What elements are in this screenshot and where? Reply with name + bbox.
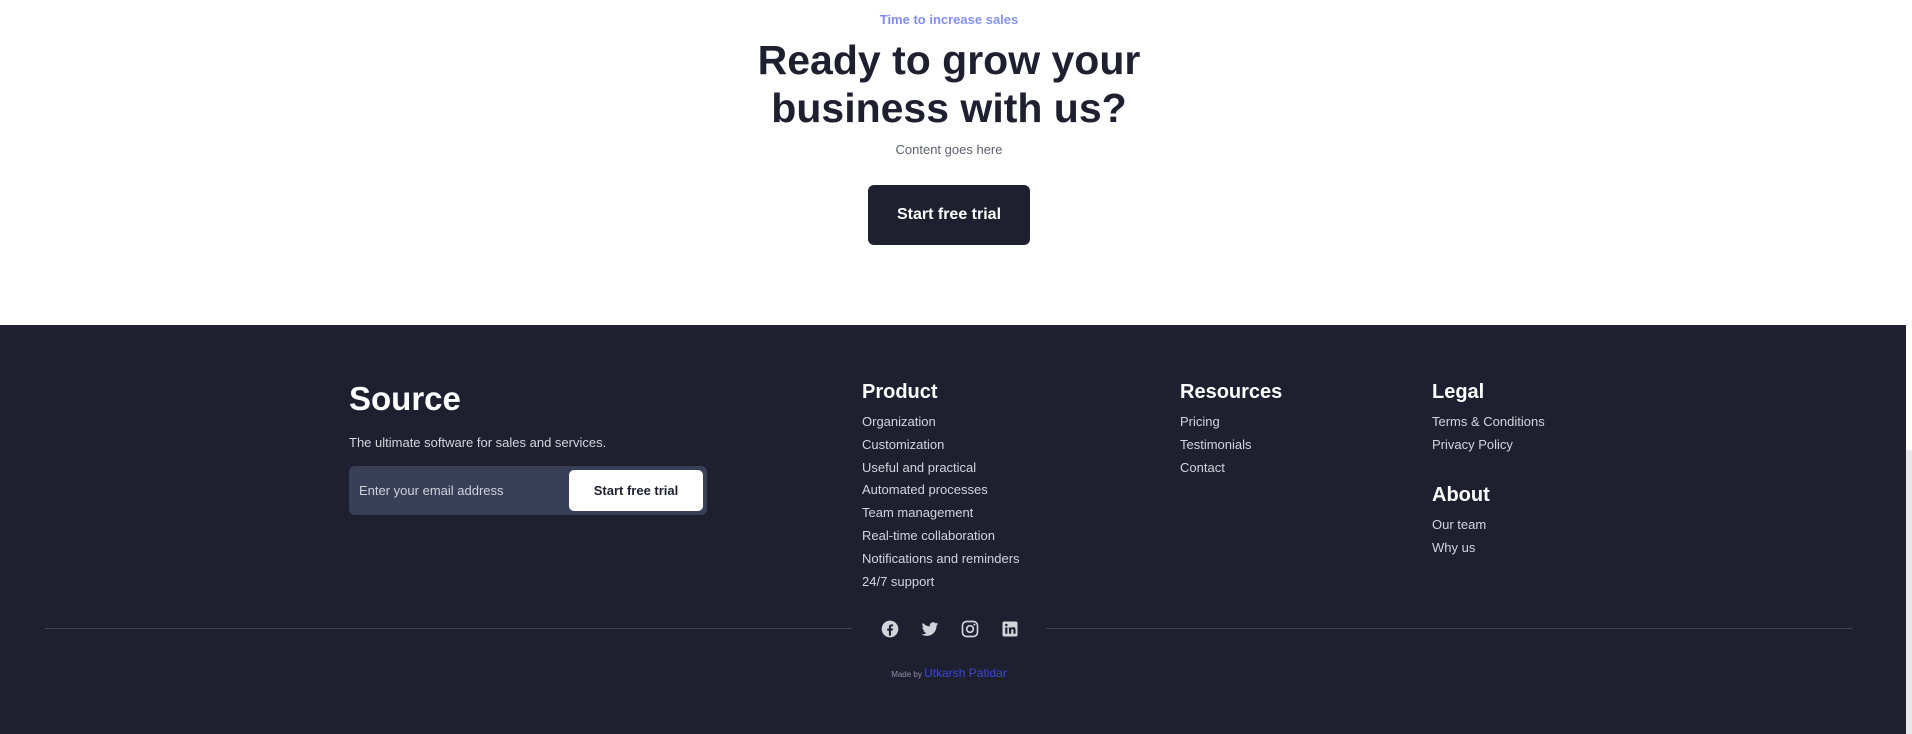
- social-links: [878, 617, 1022, 641]
- facebook-icon[interactable]: [878, 617, 902, 641]
- column-title-product: Product: [862, 381, 938, 403]
- footer-link-support[interactable]: 24/7 support: [862, 574, 1020, 597]
- column-title-resources: Resources: [1180, 381, 1283, 403]
- footer-link-customization[interactable]: Customization: [862, 437, 1020, 460]
- footer: Source The ultimate software for sales a…: [0, 325, 1906, 734]
- footer-link-contact[interactable]: Contact: [1180, 460, 1282, 483]
- footer-link-testimonials[interactable]: Testimonials: [1180, 437, 1282, 460]
- footer-brand: Source: [349, 380, 461, 417]
- cta-heading-line1: Ready to grow your: [757, 37, 1141, 83]
- email-input[interactable]: [359, 478, 559, 502]
- subscribe-form: Start free trial: [349, 466, 707, 515]
- footer-link-our-team[interactable]: Our team: [1432, 517, 1490, 540]
- footer-divider-right: [1046, 628, 1853, 629]
- credit-author-link[interactable]: Utkarsh Patidar: [924, 666, 1007, 680]
- footer-credit: Made by Utkarsh Patidar: [0, 666, 1898, 680]
- column-title-about: About: [1432, 484, 1490, 506]
- footer-link-why-us[interactable]: Why us: [1432, 540, 1490, 563]
- footer-tagline: The ultimate software for sales and serv…: [349, 435, 607, 450]
- subscribe-start-trial-button[interactable]: Start free trial: [569, 470, 703, 511]
- footer-column-resources: Resources Pricing Testimonials Contact: [1180, 381, 1282, 482]
- credit-prefix: Made by: [891, 670, 922, 679]
- footer-link-real-time-collaboration[interactable]: Real-time collaboration: [862, 528, 1020, 551]
- scrollbar[interactable]: [1906, 0, 1912, 734]
- footer-link-automated-processes[interactable]: Automated processes: [862, 482, 1020, 505]
- cta-section: Time to increase sales Ready to grow you…: [0, 0, 1906, 325]
- scrollbar-thumb[interactable]: [1906, 0, 1912, 450]
- footer-column-product: Product Organization Customization Usefu…: [862, 381, 1020, 596]
- cta-heading: Ready to grow your business with us?: [0, 36, 1898, 132]
- start-free-trial-button[interactable]: Start free trial: [868, 185, 1030, 245]
- footer-link-privacy[interactable]: Privacy Policy: [1432, 437, 1545, 460]
- footer-link-notifications[interactable]: Notifications and reminders: [862, 551, 1020, 574]
- cta-eyebrow: Time to increase sales: [0, 12, 1898, 27]
- instagram-icon[interactable]: [958, 617, 982, 641]
- footer-divider-left: [45, 628, 852, 629]
- cta-heading-line2: business with us?: [771, 85, 1127, 131]
- footer-link-useful-and-practical[interactable]: Useful and practical: [862, 460, 1020, 483]
- footer-link-terms[interactable]: Terms & Conditions: [1432, 414, 1545, 437]
- twitter-icon[interactable]: [918, 617, 942, 641]
- footer-link-organization[interactable]: Organization: [862, 414, 1020, 437]
- footer-column-legal: Legal Terms & Conditions Privacy Policy: [1432, 381, 1545, 460]
- column-title-legal: Legal: [1432, 381, 1485, 403]
- footer-link-team-management[interactable]: Team management: [862, 505, 1020, 528]
- cta-subtext: Content goes here: [895, 142, 1003, 157]
- footer-column-about: About Our team Why us: [1432, 484, 1490, 563]
- linkedin-icon[interactable]: [998, 617, 1022, 641]
- footer-link-pricing[interactable]: Pricing: [1180, 414, 1282, 437]
